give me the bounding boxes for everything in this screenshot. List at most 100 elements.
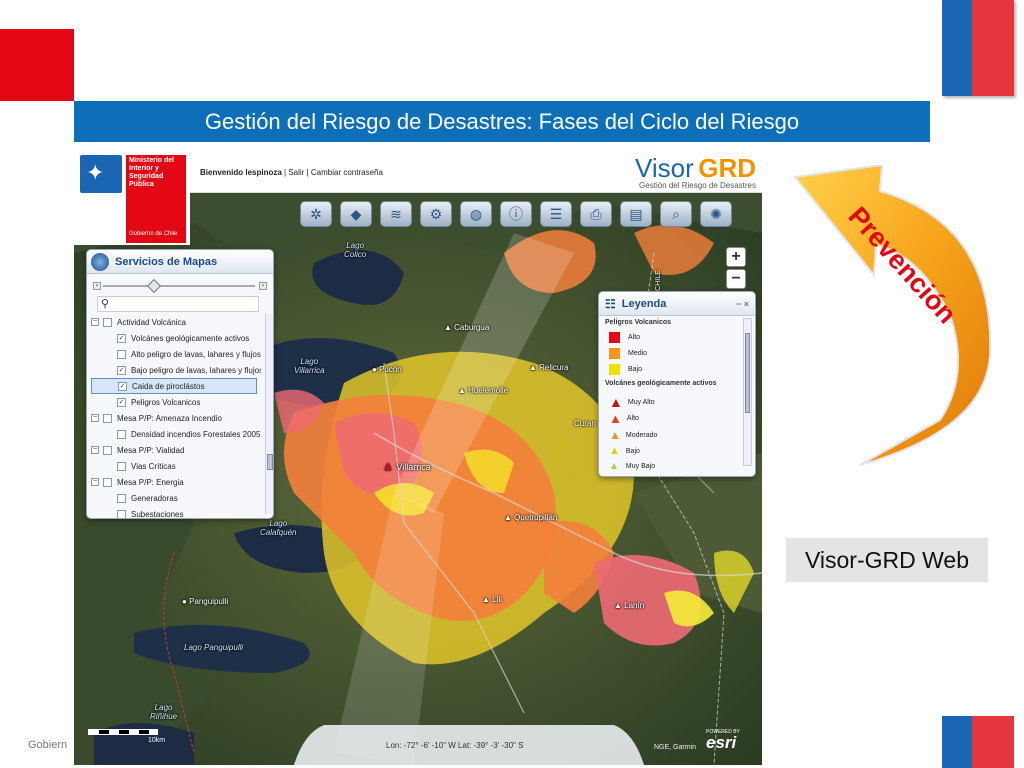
map-label-lili: ▲ Lili (482, 595, 502, 604)
map-label-quetrupillan: ▲ Quetrupillán (504, 513, 558, 522)
map-label-lago-villarrica: Lago Villarrica (294, 357, 325, 375)
layer-row-actividad-volcanica[interactable]: − Actividad Volcánica (91, 314, 186, 330)
leyenda-scrollbar[interactable] (743, 318, 752, 466)
legend-item-muy-alto: ▲ Muy Alto (609, 394, 655, 410)
leyenda-panel-title: Leyenda (621, 297, 667, 310)
layer-row-vias-criticas[interactable]: Vias Críticas (91, 458, 176, 474)
legend-item-moderado: ▲ Moderado (609, 428, 658, 442)
list-icon[interactable]: ☰ (540, 201, 572, 227)
layer-list: − Actividad Volcánica ✓ Volcánes geológica… (91, 314, 261, 518)
map-label-huelemolle: ▲ Huelemolle (458, 386, 509, 395)
map-toolbar: ✲ ◆ ≋ ⚙ ◍ ⓘ ☰ ⎙ ▤ ⌕ ✺ (300, 201, 732, 227)
zoom-in-button[interactable]: + (726, 247, 746, 267)
ministry-line-3: Seguridad (129, 173, 164, 180)
scale-bar (88, 729, 158, 735)
legend-list-icon: ☷ (605, 296, 616, 311)
leyenda-panel: ☷ Leyenda − × Peligros Volcanicos Alto M… (598, 291, 756, 477)
layer-row-energia[interactable]: − Mesa P/P: Energia (91, 474, 184, 490)
triangle-icon: ▲ (609, 428, 621, 442)
triangle-icon: ▲ (609, 394, 623, 410)
map-attribution: NGE, Garmin (654, 744, 697, 751)
map-label-lago-calafquen: Lago Calafquén (260, 519, 297, 537)
rss-icon[interactable]: ≋ (380, 201, 412, 227)
slide-title: Gestión del Riesgo de Desastres: Fases d… (74, 101, 930, 142)
red-corner-block (0, 29, 74, 101)
visor-grd-logo: Visor GRD Gestión del Riesgo de Desastre… (634, 153, 756, 190)
visor-grd-subtitle: Gestión del Riesgo de Desastres (639, 181, 756, 190)
map-label-relicura: ▲ Relicura (529, 363, 569, 372)
visor-grd-app-window: ✦ Ministerio del Interior y Seguridad Pú… (74, 153, 762, 765)
search-map-icon[interactable]: ⌕ (660, 201, 692, 227)
visor-grd-web-label: Visor-GRD Web (786, 538, 988, 582)
slider-handle[interactable] (146, 278, 162, 294)
layer-row-vialidad[interactable]: − Mesa P/P: Vialidad (91, 442, 184, 458)
triangle-icon: ▲ (609, 445, 620, 457)
legend-item-bajo: Bajo (609, 364, 642, 375)
layer-row-bajo-peligro[interactable]: ✓ Bajo peligro de lavas, lahares y flujos (91, 362, 261, 378)
legend-item-alto-volcan: ▲ Alto (609, 411, 639, 426)
map-label-panguipulli: ● Panguipulli (182, 597, 229, 606)
asterisk-icon[interactable]: ✲ (300, 201, 332, 227)
gobierno-label: Gobierno de Chile (129, 231, 178, 237)
map-view[interactable]: ✲ ◆ ≋ ⚙ ◍ ⓘ ☰ ⎙ ▤ ⌕ ✺ + − Lago Colico ▲ … (74, 193, 762, 765)
map-label-caburgua: ▲ Caburgua (444, 323, 490, 332)
globe-icon[interactable]: ◍ (460, 201, 492, 227)
zoom-out-button[interactable]: − (726, 269, 746, 289)
gear-icon[interactable]: ⚙ (420, 201, 452, 227)
flag-decoration-top (942, 0, 1014, 96)
coordinates-readout: Lon: -72° -6' -10" W Lat: -39° -3' -30" … (386, 741, 524, 750)
map-label-lago-panguipulli: Lago Panguipulli (184, 643, 244, 652)
legend-item-bajo-volcan: ▲ Bajo (609, 445, 640, 457)
search-icon: ⚲ (101, 298, 110, 310)
layer-row-peligros-volcanicos[interactable]: ✓ Peligros Volcanicos (91, 394, 200, 410)
leyenda-window-controls[interactable]: − × (736, 299, 749, 309)
info-icon[interactable]: ⓘ (500, 201, 532, 227)
scale-label: 10km (148, 737, 166, 744)
network-icon[interactable]: ✺ (700, 201, 732, 227)
triangle-icon: ▲ (609, 461, 619, 472)
salir-link[interactable]: Salir (288, 168, 304, 177)
servicios-de-mapas-panel: Servicios de Mapas ‹ › ⚲ − Actividad Volc… (86, 249, 274, 519)
map-label-lanin: ▲ Lanín (614, 601, 645, 610)
esri-logo: POWERED BY esri (706, 729, 740, 752)
flag-decoration-bottom (942, 716, 1014, 768)
footer-text: Gobiern (28, 739, 68, 751)
map-label-chile-border: CHILE (654, 270, 662, 291)
legend-group-peligros: Peligros Volcanicos (605, 319, 672, 326)
legend-item-medio: Medio (609, 348, 647, 359)
layer-row-subestaciones[interactable]: Subestaciones (91, 506, 183, 518)
legend-item-alto: Alto (609, 332, 640, 343)
globe-layers-icon (91, 252, 109, 271)
legend-group-volcanes: Volcánes geológicamente activos (605, 380, 717, 387)
layer-row-amenaza-incendio[interactable]: − Mesa P/P: Amenaza Incendio (91, 410, 222, 426)
layer-row-caida-piroclastos[interactable]: ✓ Caida de piroclástos (91, 378, 257, 394)
ministry-line-1: Ministerio del (129, 157, 175, 164)
legend-item-muy-bajo: ▲ Muy Bajo (609, 461, 656, 472)
map-label-villarrica: ▲ Villarrica (382, 459, 431, 473)
app-header: ✦ Ministerio del Interior y Seguridad Pú… (74, 153, 762, 245)
map-label-pucon: ● Pucón (372, 365, 402, 374)
servicios-panel-header: Servicios de Mapas (87, 250, 273, 274)
layer-row-densidad-incendios[interactable]: Densidad incendios Forestales 2005 (91, 426, 260, 442)
cambiar-contrasena-link[interactable]: Cambiar contraseña (311, 168, 383, 177)
layer-list-scrollbar[interactable] (265, 314, 273, 514)
layer-row-generadoras[interactable]: Generadoras (91, 490, 178, 506)
opacity-slider[interactable]: ‹ › (93, 278, 267, 294)
book-icon[interactable]: ▤ (620, 201, 652, 227)
servicios-panel-title: Servicios de Mapas (115, 255, 218, 268)
layer-search-input[interactable]: ⚲ (97, 296, 259, 312)
leyenda-panel-header: ☷ Leyenda − × (599, 292, 755, 316)
triangle-icon: ▲ (609, 411, 622, 426)
layer-row-alto-peligro[interactable]: Alto peligro de lavas, lahares y flujos (91, 346, 261, 362)
map-label-lago-rinihue: Lago Riñihue (150, 703, 178, 721)
alert-icon[interactable]: ◆ (340, 201, 372, 227)
print-icon[interactable]: ⎙ (580, 201, 612, 227)
ministry-line-4: Pública (129, 181, 154, 188)
ministry-line-2: Interior y (129, 165, 159, 172)
chile-star-icon: ✦ (86, 160, 105, 185)
ministry-logo: ✦ Ministerio del Interior y Seguridad Pú… (74, 153, 190, 245)
welcome-text: Bienvenido lespinoza (200, 168, 282, 177)
map-label-lago-colico: Lago Colico (344, 241, 367, 259)
layer-row-volcanes-activos[interactable]: ✓ Volcánes geológicamente activos (91, 330, 249, 346)
map-label-curarrehue: Curarr (574, 419, 597, 428)
